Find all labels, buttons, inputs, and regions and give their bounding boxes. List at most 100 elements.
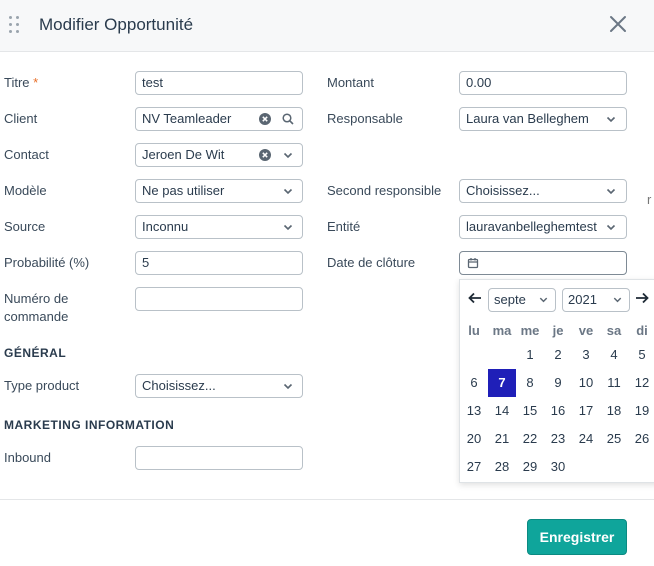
- required-marker: *: [33, 75, 39, 90]
- calendar-day[interactable]: 18: [600, 397, 628, 425]
- modele-label: Modèle: [4, 183, 47, 198]
- probabilite-label: Probabilité (%): [4, 255, 90, 270]
- calendar-day[interactable]: 1: [516, 341, 544, 369]
- calendar-day[interactable]: 23: [544, 425, 572, 453]
- drag-handle-icon[interactable]: [8, 15, 20, 35]
- calendar-day-selected[interactable]: 7: [488, 369, 516, 397]
- arrow-right-icon[interactable]: [635, 292, 649, 304]
- inbound-input[interactable]: [135, 446, 303, 470]
- entite-select[interactable]: lauravanbelleghemtest: [459, 215, 627, 239]
- montant-label: Montant: [327, 75, 374, 90]
- weekday-header: me: [520, 323, 540, 338]
- calendar-day[interactable]: 15: [516, 397, 544, 425]
- source-value: Inconnu: [142, 219, 189, 234]
- save-button[interactable]: Enregistrer: [527, 519, 627, 555]
- responsable-label: Responsable: [327, 111, 403, 126]
- calendar-day[interactable]: 29: [516, 453, 544, 481]
- clear-icon[interactable]: [259, 149, 271, 161]
- calendar-day[interactable]: 22: [516, 425, 544, 453]
- numero-commande-label-1: Numéro de: [4, 291, 69, 306]
- calendar-icon: [467, 258, 479, 269]
- second-responsable-label: Second responsible: [327, 183, 442, 198]
- weekday-header: ma: [492, 323, 512, 338]
- calendar-day[interactable]: 2: [544, 341, 572, 369]
- source-label: Source: [4, 219, 46, 234]
- calendar-day[interactable]: 13: [460, 397, 488, 425]
- weekday-header: di: [636, 323, 648, 338]
- calendar-day[interactable]: 25: [600, 425, 628, 453]
- montant-input[interactable]: 0.00: [459, 71, 627, 95]
- chevron-down-icon: [283, 188, 293, 195]
- clear-icon[interactable]: [259, 113, 271, 125]
- weekday-header: lu: [468, 323, 480, 338]
- footer-divider: [0, 499, 654, 500]
- calendar-day[interactable]: 8: [516, 369, 544, 397]
- weekday-header: ve: [578, 323, 594, 338]
- calendar-day[interactable]: 6: [460, 369, 488, 397]
- contact-value: Jeroen De Wit: [142, 147, 225, 162]
- background-text: r: [647, 192, 652, 207]
- year-value: 2021: [568, 292, 597, 307]
- calendar-day[interactable]: 20: [460, 425, 488, 453]
- entite-label: Entité: [327, 219, 361, 234]
- chevron-down-icon: [539, 297, 548, 303]
- chevron-down-icon: [283, 152, 293, 159]
- search-icon[interactable]: [282, 113, 294, 125]
- modal-title: Modifier Opportunité: [39, 15, 194, 34]
- calendar-day[interactable]: 28: [488, 453, 516, 481]
- calendar-day[interactable]: 12: [628, 369, 654, 397]
- titre-label: Titre *: [4, 75, 39, 90]
- type-product-value: Choisissez...: [142, 378, 216, 393]
- year-select[interactable]: 2021: [562, 288, 630, 312]
- calendar-day[interactable]: 17: [572, 397, 600, 425]
- probabilite-input[interactable]: 5: [135, 251, 303, 275]
- calendar-day[interactable]: 4: [600, 341, 628, 369]
- weekday-header: je: [552, 323, 564, 338]
- type-product-select[interactable]: Choisissez...: [135, 374, 303, 398]
- client-label: Client: [4, 111, 38, 126]
- close-icon[interactable]: [607, 13, 629, 35]
- month-select[interactable]: septe: [488, 288, 556, 312]
- titre-input[interactable]: test: [135, 71, 303, 95]
- chevron-down-icon: [606, 188, 616, 195]
- type-product-label: Type product: [4, 378, 80, 393]
- calendar-day[interactable]: 5: [628, 341, 654, 369]
- month-value: septe: [494, 292, 526, 307]
- second-responsable-value: Choisissez...: [466, 183, 540, 198]
- chevron-down-icon: [613, 297, 622, 303]
- section-general-title: GÉNÉRAL: [4, 346, 67, 360]
- calendar-day[interactable]: 26: [628, 425, 654, 453]
- source-select[interactable]: Inconnu: [135, 215, 303, 239]
- calendar-day[interactable]: 9: [544, 369, 572, 397]
- calendar-day[interactable]: 30: [544, 453, 572, 481]
- calendar-day[interactable]: 10: [572, 369, 600, 397]
- client-value: NV Teamleader: [142, 111, 232, 126]
- calendar-day[interactable]: 11: [600, 369, 628, 397]
- calendar-day[interactable]: 27: [460, 453, 488, 481]
- modal-header: Modifier Opportunité: [0, 0, 654, 52]
- inbound-label: Inbound: [4, 450, 51, 465]
- responsable-select[interactable]: Laura van Belleghem: [459, 107, 627, 131]
- calendar-day[interactable]: 3: [572, 341, 600, 369]
- date-cloture-label: Date de clôture: [327, 255, 416, 270]
- section-marketing-title: MARKETING INFORMATION: [4, 418, 175, 432]
- calendar-day[interactable]: 19: [628, 397, 654, 425]
- chevron-down-icon: [606, 116, 616, 123]
- modele-value: Ne pas utiliser: [142, 183, 225, 198]
- calendar-day[interactable]: 14: [488, 397, 516, 425]
- modele-select[interactable]: Ne pas utiliser: [135, 179, 303, 203]
- second-responsable-select[interactable]: Choisissez...: [459, 179, 627, 203]
- date-cloture-input[interactable]: [459, 251, 627, 275]
- numero-commande-label-2: commande: [4, 309, 69, 324]
- numero-commande-input[interactable]: [135, 287, 303, 311]
- calendar-day[interactable]: 16: [544, 397, 572, 425]
- date-picker-popup: septe 2021 lu ma me je ve sa di 1 2 3 4 5 6 7 8 9 10 11 12…: [459, 279, 654, 483]
- weekday-header: sa: [606, 323, 622, 338]
- arrow-left-icon[interactable]: [468, 292, 482, 304]
- client-select[interactable]: NV Teamleader: [135, 107, 303, 131]
- calendar-day[interactable]: 21: [488, 425, 516, 453]
- calendar-day[interactable]: 24: [572, 425, 600, 453]
- contact-select[interactable]: Jeroen De Wit: [135, 143, 303, 167]
- chevron-down-icon: [606, 224, 616, 231]
- entite-value: lauravanbelleghemtest: [466, 219, 597, 234]
